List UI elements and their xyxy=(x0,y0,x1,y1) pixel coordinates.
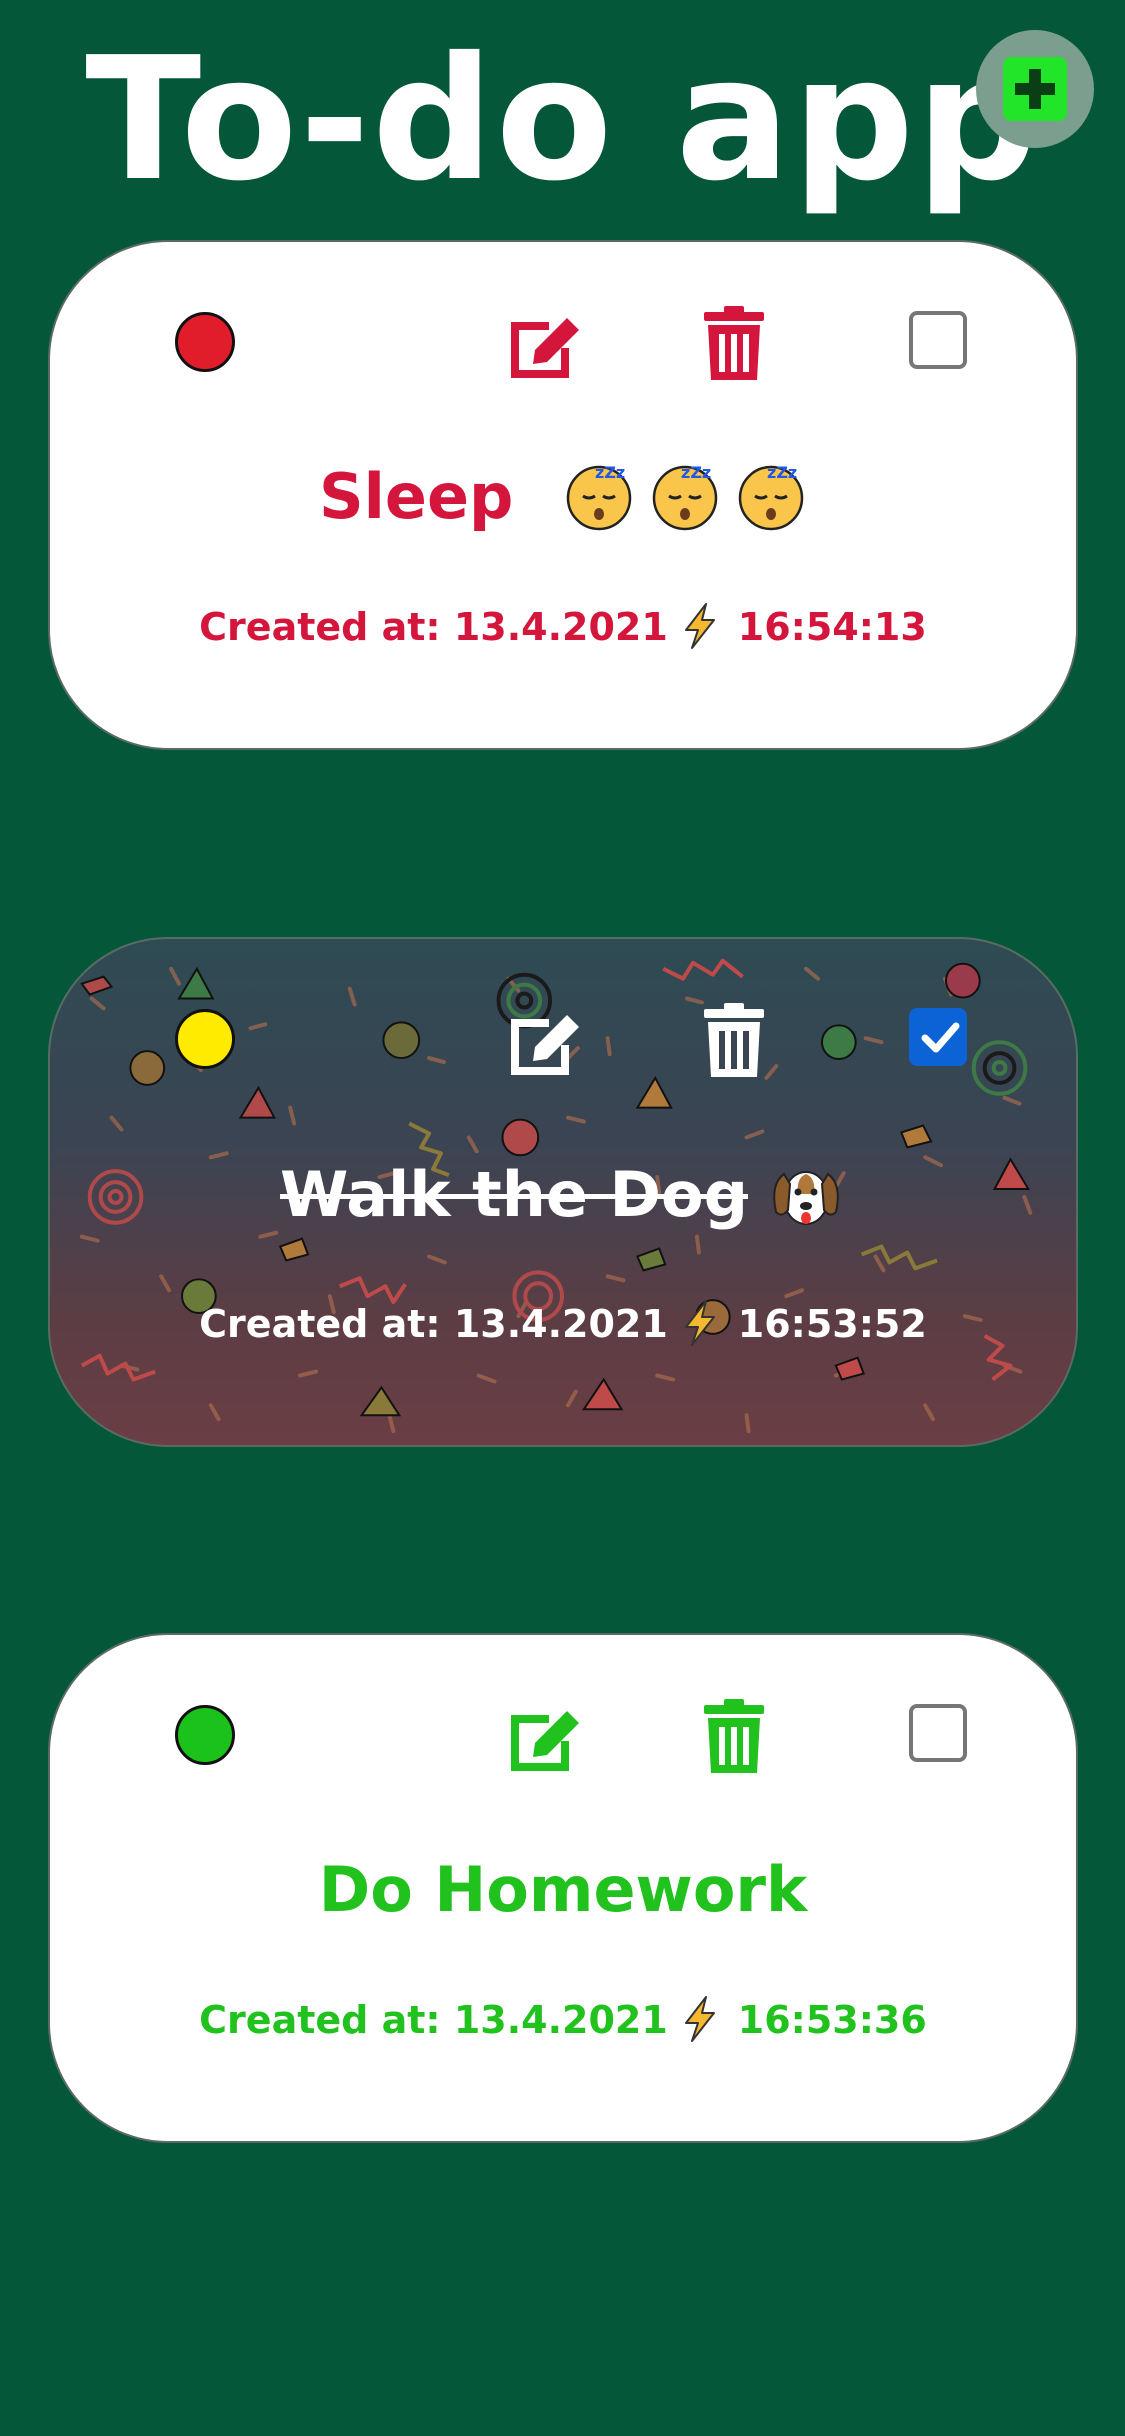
svg-text:zZz: zZz xyxy=(595,463,625,482)
sleeping-face-icon: zZz xyxy=(566,463,632,531)
edit-button[interactable] xyxy=(505,1703,585,1773)
edit-icon xyxy=(511,318,579,378)
todo-title: Sleep zZz zZz zZz xyxy=(50,457,1076,537)
todo-card: Do Homework Created at: 13.4.2021 16:53:3… xyxy=(48,1633,1078,2143)
created-at: Created at: 13.4.2021 16:54:13 xyxy=(50,600,1076,654)
svg-text:zZz: zZz xyxy=(767,463,797,482)
todo-card: Walk the Dog Created at: 13.4.2021 16:53:… xyxy=(48,937,1078,1447)
sleeping-face-icon: zZz xyxy=(652,463,718,531)
created-time: 16:54:13 xyxy=(737,605,927,649)
todo-title-text: Walk the Dog xyxy=(280,1158,748,1231)
edit-icon xyxy=(511,1711,579,1771)
created-date: Created at: 13.4.2021 xyxy=(199,605,668,649)
trash-icon xyxy=(704,306,764,380)
lightning-icon xyxy=(684,1996,715,2042)
edit-button[interactable] xyxy=(505,310,585,380)
delete-button[interactable] xyxy=(702,306,766,380)
checkmark-icon xyxy=(921,1022,960,1053)
svg-text:zZz: zZz xyxy=(681,463,711,482)
lightning-icon xyxy=(684,603,715,649)
todo-title: Walk the Dog xyxy=(50,1154,1076,1235)
created-time: 16:53:36 xyxy=(737,1998,927,2042)
complete-checkbox[interactable] xyxy=(909,311,967,369)
add-todo-button[interactable] xyxy=(976,30,1094,148)
created-at: Created at: 13.4.2021 16:53:52 xyxy=(50,1297,1076,1351)
priority-indicator[interactable] xyxy=(175,312,235,372)
delete-button[interactable] xyxy=(702,1699,766,1773)
todo-title-text: Sleep xyxy=(319,460,514,533)
todo-card: Sleep zZz zZz zZz Created at: 13.4.2021 1… xyxy=(48,240,1078,750)
plus-square-icon xyxy=(1003,57,1067,121)
app-title: To-do app xyxy=(85,21,1040,219)
edit-icon xyxy=(511,1015,579,1075)
edit-button[interactable] xyxy=(505,1007,585,1077)
created-date: Created at: 13.4.2021 xyxy=(199,1998,668,2042)
created-time: 16:53:52 xyxy=(737,1302,927,1346)
complete-checkbox[interactable] xyxy=(909,1704,967,1762)
created-date: Created at: 13.4.2021 xyxy=(199,1302,668,1346)
todo-title-text: Do Homework xyxy=(318,1853,808,1926)
sleeping-face-icon: zZz xyxy=(738,463,804,531)
todo-title: Do Homework xyxy=(50,1850,1076,1930)
lightning-icon xyxy=(684,1300,715,1346)
trash-icon xyxy=(704,1699,764,1773)
priority-indicator[interactable] xyxy=(175,1705,235,1765)
dog-face-icon xyxy=(773,1171,839,1225)
delete-button[interactable] xyxy=(702,1003,766,1077)
created-at: Created at: 13.4.2021 16:53:36 xyxy=(50,1993,1076,2047)
trash-icon xyxy=(704,1003,764,1077)
complete-checkbox[interactable] xyxy=(909,1008,967,1066)
priority-indicator[interactable] xyxy=(175,1009,235,1069)
